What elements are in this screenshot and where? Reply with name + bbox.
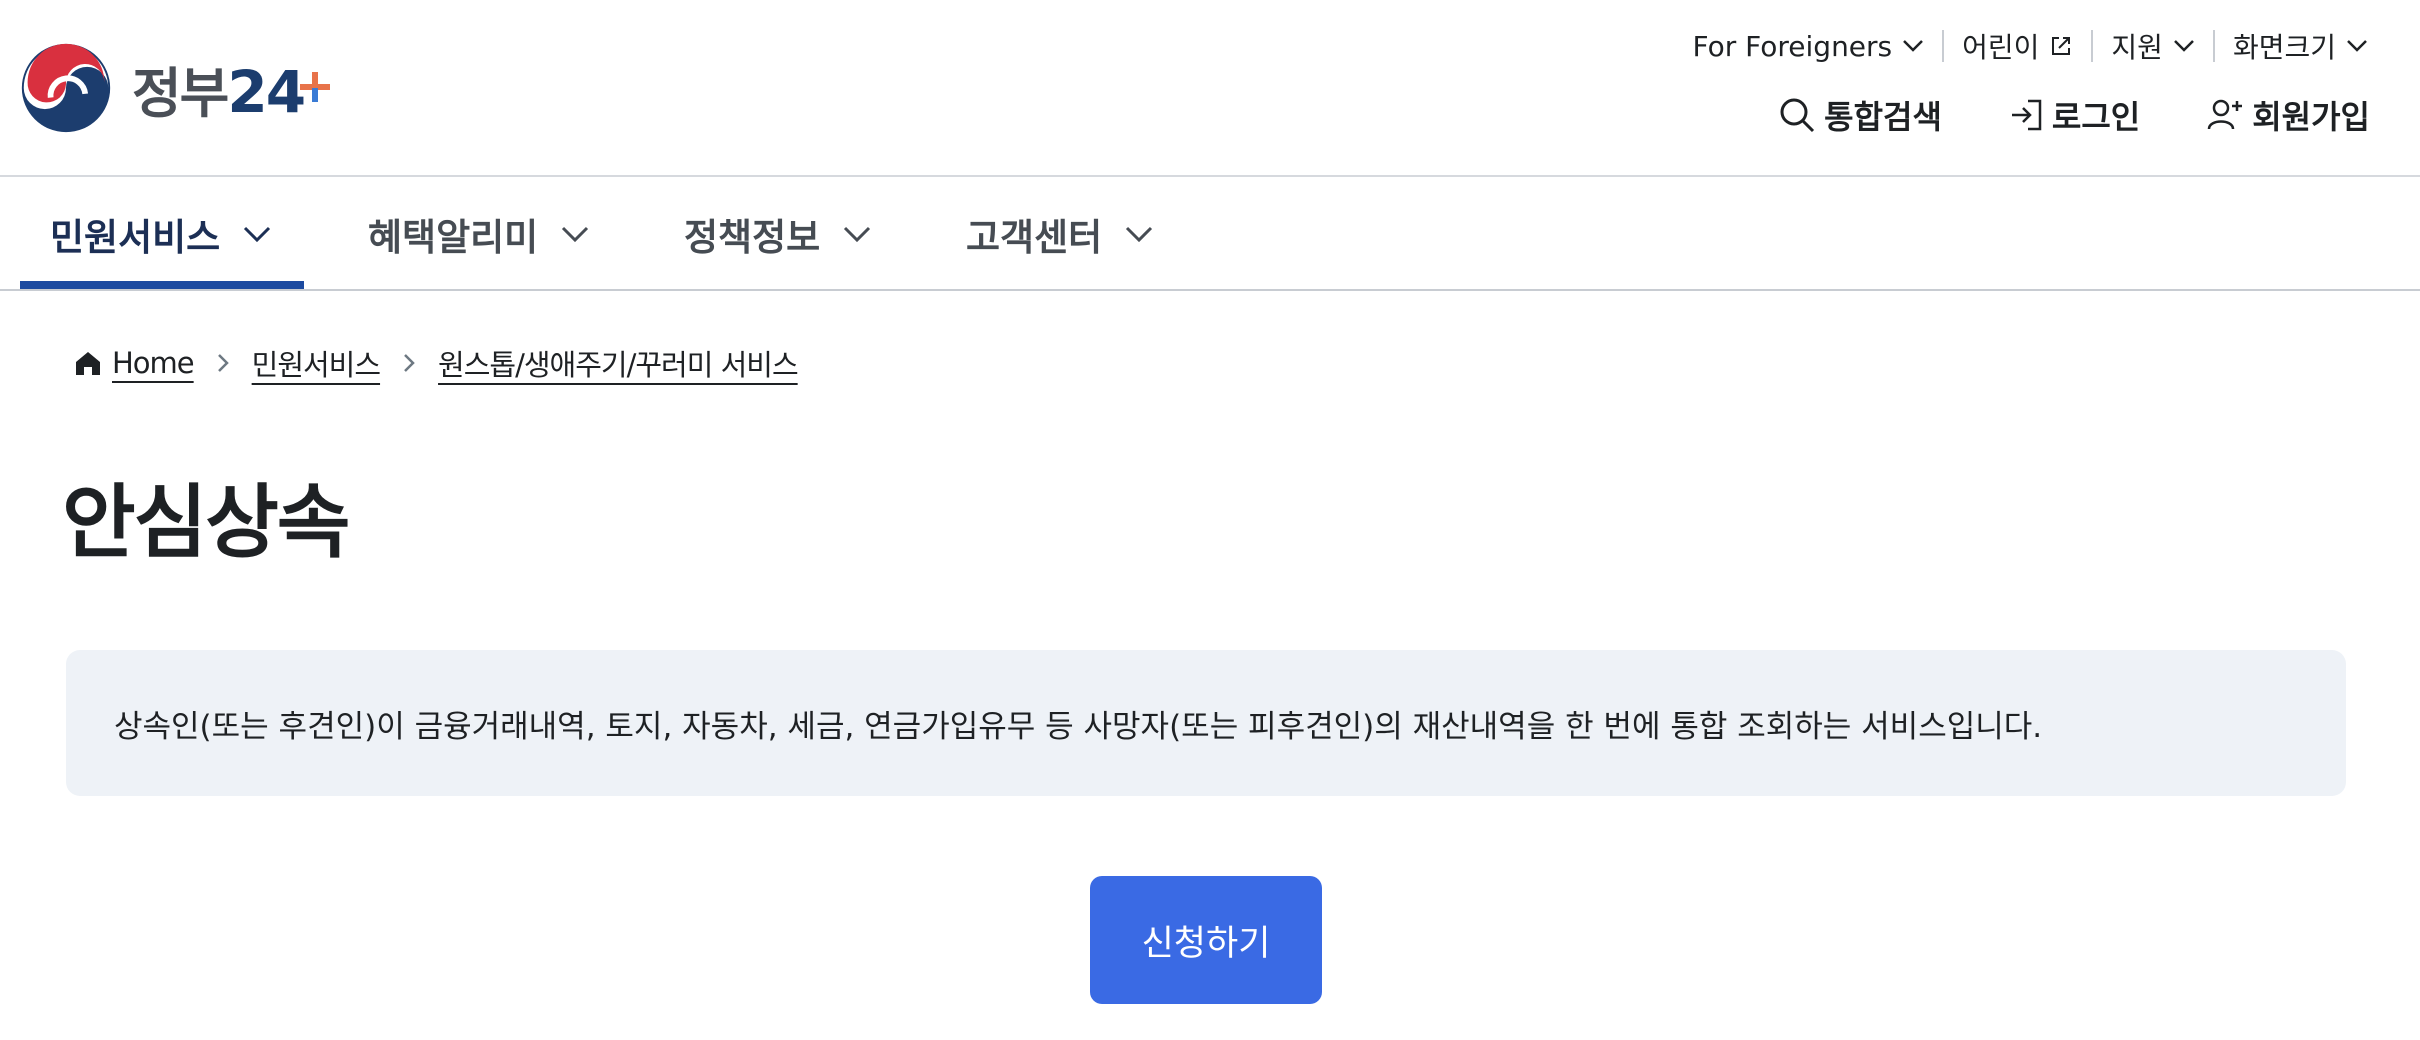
apply-button[interactable]: 신청하기 <box>1090 876 1322 1004</box>
plus-icon <box>300 71 331 102</box>
main-nav: 민원서비스 혜택알리미 정책정보 고객센터 <box>0 177 2420 291</box>
nav-active-indicator <box>20 281 304 289</box>
logo-wordmark: 정부24 <box>132 49 331 128</box>
nav-customer-center[interactable]: 고객센터 <box>966 177 1154 291</box>
breadcrumb-civil-service[interactable]: 민원서비스 <box>252 342 381 384</box>
util-screen-size[interactable]: 화면크기 <box>2215 26 2386 66</box>
chevron-right-icon <box>402 352 416 374</box>
login-icon <box>2011 99 2042 131</box>
search-icon <box>1780 98 1815 133</box>
nav-benefit-alert[interactable]: 혜택알리미 <box>368 177 590 291</box>
chevron-down-icon <box>2174 40 2194 52</box>
chevron-right-icon <box>216 352 230 374</box>
chevron-down-icon <box>844 226 871 243</box>
gov24-logo[interactable]: 정부24 <box>18 40 331 136</box>
chevron-down-icon <box>562 226 589 243</box>
external-link-icon <box>2052 37 2071 55</box>
utility-menu: For Foreigners 어린이 지원 화면크기 <box>1675 26 2387 66</box>
logo-number: 24 <box>227 58 331 126</box>
logo-name: 정부 <box>132 61 229 125</box>
breadcrumb-home[interactable]: Home <box>112 346 195 380</box>
page-title: 안심상속 <box>62 476 350 569</box>
util-for-foreigners[interactable]: For Foreigners <box>1675 30 1943 63</box>
login-button[interactable]: 로그인 <box>2008 92 2140 138</box>
breadcrumb: Home 민원서비스 원스톱/생애주기/꾸러미 서비스 <box>74 342 799 384</box>
nav-policy-info[interactable]: 정책정보 <box>684 177 872 291</box>
integrated-search-button[interactable]: 통합검색 <box>1778 92 1942 138</box>
home-icon <box>74 349 102 377</box>
chevron-down-icon <box>1903 40 1924 52</box>
util-support[interactable]: 지원 <box>2093 26 2213 66</box>
breadcrumb-onestop[interactable]: 원스톱/생애주기/꾸러미 서비스 <box>438 342 799 384</box>
signup-button[interactable]: 회원가입 <box>2206 92 2370 138</box>
site-header: 정부24 For Foreigners 어린이 지원 화면크기 통합검색 로그인… <box>0 0 2420 177</box>
taegeuk-logo-icon <box>21 43 111 133</box>
chevron-down-icon <box>1126 226 1153 243</box>
header-tools: 통합검색 로그인 회원가입 <box>1712 92 2370 138</box>
chevron-down-icon <box>244 226 271 243</box>
add-user-icon <box>2207 99 2243 130</box>
util-kids[interactable]: 어린이 <box>1944 26 2091 66</box>
service-description: 상속인(또는 후견인)이 금융거래내역, 토지, 자동차, 세금, 연금가입유무… <box>114 708 2043 745</box>
chevron-down-icon <box>2347 40 2367 52</box>
nav-civil-service[interactable]: 민원서비스 <box>50 177 272 291</box>
service-description-box: 상속인(또는 후견인)이 금융거래내역, 토지, 자동차, 세금, 연금가입유무… <box>66 650 2346 796</box>
